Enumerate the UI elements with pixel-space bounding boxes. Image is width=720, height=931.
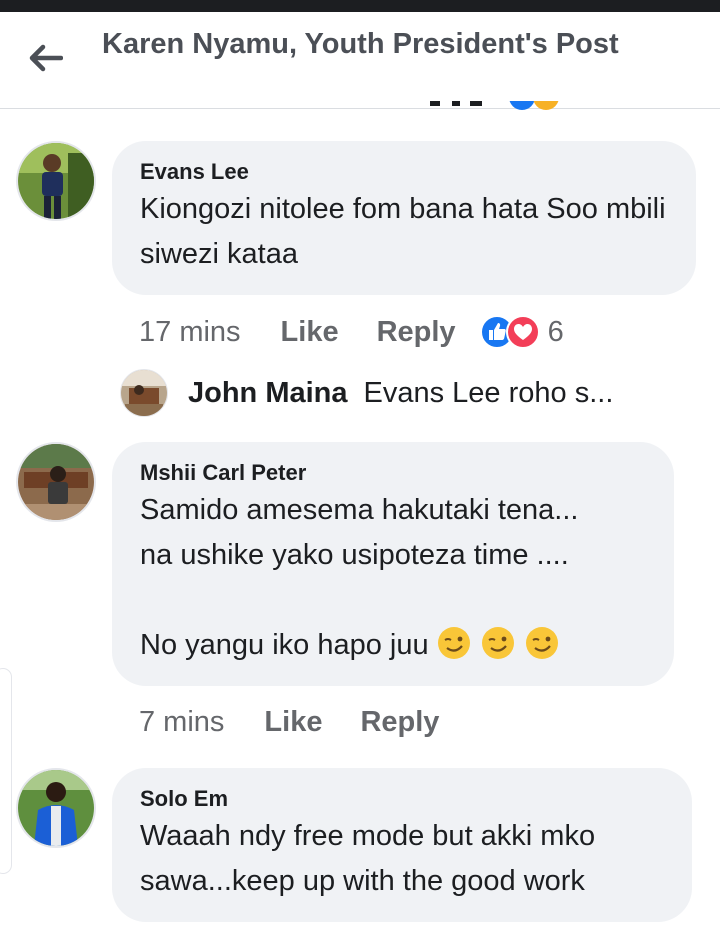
- comment-bubble: Solo Em Waaah ndy free mode but akki mko…: [112, 768, 692, 922]
- previous-comment-peek: [430, 100, 570, 112]
- comment-author[interactable]: Mshii Carl Peter: [140, 458, 646, 488]
- comment-timestamp[interactable]: 17 mins: [139, 316, 241, 349]
- comment-bubble: Mshii Carl Peter Samido amesema hakutaki…: [112, 442, 674, 686]
- back-arrow-icon: [29, 44, 63, 72]
- comment-text: Waaah ndy free mode but akki mko sawa...…: [140, 820, 604, 897]
- reply-preview[interactable]: John Maina Evans Lee roho s...: [120, 368, 613, 418]
- comment-actions: 7 mins Like Reply: [139, 700, 439, 744]
- back-button[interactable]: [22, 38, 70, 78]
- like-button[interactable]: Like: [264, 706, 322, 739]
- comment-author[interactable]: Evans Lee: [140, 157, 668, 187]
- side-panel-edge: [0, 668, 12, 874]
- like-button[interactable]: Like: [281, 316, 339, 349]
- winking-face-icon: [437, 627, 470, 659]
- avatar[interactable]: [120, 369, 168, 417]
- comment-author[interactable]: Solo Em: [140, 784, 664, 814]
- reply-button[interactable]: Reply: [377, 316, 456, 349]
- reply-text: Evans Lee roho s...: [363, 376, 614, 409]
- winking-face-icon: [481, 627, 514, 659]
- comment-bubble: Evans Lee Kiongozi nitolee fom bana hata…: [112, 141, 696, 295]
- reaction-count: 6: [547, 315, 564, 348]
- avatar[interactable]: [16, 141, 96, 221]
- comment-text: Kiongozi nitolee fom bana hata Soo mbili…: [140, 193, 674, 270]
- status-bar: [0, 0, 720, 12]
- comment-actions: 17 mins Like Reply 6: [139, 310, 564, 354]
- avatar[interactable]: [16, 768, 96, 848]
- reaction-summary[interactable]: 6: [479, 315, 564, 349]
- avatar[interactable]: [16, 442, 96, 522]
- love-reaction-icon: [505, 315, 540, 349]
- comment-timestamp[interactable]: 7 mins: [139, 706, 224, 739]
- reply-author[interactable]: John Maina: [188, 377, 348, 410]
- emoji-group: [437, 627, 569, 661]
- page-title: Karen Nyamu, Youth President's Post: [102, 28, 619, 60]
- reply-button[interactable]: Reply: [360, 706, 439, 739]
- winking-face-icon: [525, 627, 558, 659]
- post-header: Karen Nyamu, Youth President's Post: [0, 12, 720, 109]
